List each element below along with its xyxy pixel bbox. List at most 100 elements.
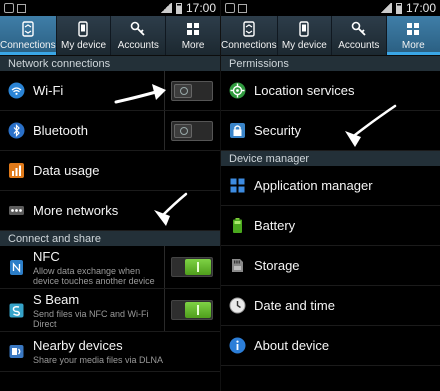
about-device-label: About device bbox=[254, 338, 330, 353]
status-time: 17:00 bbox=[185, 1, 216, 15]
section-header-device-manager: Device manager bbox=[221, 151, 440, 166]
status-bar: 17:00 bbox=[221, 0, 440, 16]
notification-icon bbox=[17, 3, 26, 13]
bluetooth-label: Bluetooth bbox=[33, 123, 88, 138]
battery-status-icon bbox=[175, 2, 182, 14]
sbeam-toggle-area bbox=[164, 289, 220, 331]
about-device-row[interactable]: About device bbox=[221, 326, 440, 366]
tab-label: Accounts bbox=[117, 39, 159, 51]
tab-label: Connections bbox=[221, 39, 277, 51]
toggle-knob bbox=[174, 83, 192, 98]
notification-icon bbox=[238, 3, 247, 13]
security-row[interactable]: Security bbox=[221, 111, 440, 151]
phone-icon bbox=[78, 20, 89, 37]
info-icon bbox=[229, 337, 246, 354]
bluetooth-toggle[interactable] bbox=[171, 120, 213, 141]
nfc-icon bbox=[8, 259, 25, 276]
more-networks-label: More networks bbox=[33, 203, 119, 218]
nearby-devices-row[interactable]: Nearby devices Share your media files vi… bbox=[0, 332, 220, 372]
clock-icon bbox=[229, 297, 246, 314]
sbeam-label: S Beam bbox=[33, 291, 80, 307]
usb-icon bbox=[4, 3, 14, 13]
signal-icon bbox=[159, 3, 172, 13]
tab-accounts[interactable]: Accounts bbox=[111, 16, 167, 55]
wifi-toggle[interactable] bbox=[171, 80, 213, 101]
bluetooth-icon bbox=[8, 122, 25, 139]
application-manager-label: Application manager bbox=[254, 178, 373, 193]
notification-icons bbox=[4, 3, 26, 13]
apps-grid-icon bbox=[229, 177, 246, 194]
tab-connections[interactable]: Connections bbox=[0, 16, 57, 55]
tab-my-device[interactable]: My device bbox=[278, 16, 333, 55]
tab-accounts[interactable]: Accounts bbox=[332, 16, 387, 55]
section-header-share: Connect and share bbox=[0, 231, 220, 246]
sbeam-row[interactable]: S Beam Send files via NFC and Wi-Fi Dire… bbox=[0, 289, 220, 332]
nfc-subtitle: Allow data exchange when device touches … bbox=[33, 265, 155, 286]
storage-row[interactable]: Storage bbox=[221, 246, 440, 286]
connections-icon bbox=[22, 20, 34, 37]
nearby-devices-icon bbox=[8, 343, 25, 360]
right-settings-screen: 17:00 Connections My device Accounts Mor… bbox=[220, 0, 440, 391]
date-and-time-row[interactable]: Date and time bbox=[221, 286, 440, 326]
notification-icons bbox=[225, 3, 247, 13]
sbeam-subtitle: Send files via NFC and Wi-Fi Direct bbox=[33, 308, 149, 329]
tab-more[interactable]: More bbox=[386, 16, 440, 55]
settings-tab-bar: Connections My device Accounts More bbox=[221, 16, 440, 56]
nearby-devices-subtitle: Share your media files via DLNA bbox=[33, 355, 164, 365]
data-usage-icon bbox=[8, 162, 25, 179]
tab-label: More bbox=[181, 39, 205, 51]
toggle-knob bbox=[174, 123, 192, 138]
grid-icon bbox=[407, 22, 420, 35]
location-services-row[interactable]: Location services bbox=[221, 71, 440, 111]
tab-my-device[interactable]: My device bbox=[57, 16, 112, 55]
tab-connections[interactable]: Connections bbox=[221, 16, 278, 55]
tab-more[interactable]: More bbox=[166, 16, 220, 55]
bluetooth-row[interactable]: Bluetooth bbox=[0, 111, 220, 151]
more-networks-row[interactable]: More networks bbox=[0, 191, 220, 231]
application-manager-row[interactable]: Application manager bbox=[221, 166, 440, 206]
storage-icon bbox=[229, 257, 246, 274]
tab-label: More bbox=[401, 39, 425, 51]
wifi-label: Wi-Fi bbox=[33, 83, 64, 98]
battery-status-icon bbox=[395, 2, 402, 14]
battery-row[interactable]: Battery bbox=[221, 206, 440, 246]
left-settings-screen: 17:00 Connections My device Accounts Mor… bbox=[0, 0, 220, 391]
lock-icon bbox=[229, 122, 246, 139]
location-services-label: Location services bbox=[254, 83, 355, 98]
nearby-devices-label: Nearby devices bbox=[33, 338, 123, 353]
bluetooth-toggle-area bbox=[164, 111, 220, 150]
date-and-time-label: Date and time bbox=[254, 298, 335, 313]
tab-label: My device bbox=[60, 39, 106, 51]
battery-label: Battery bbox=[254, 218, 296, 233]
settings-tab-bar: Connections My device Accounts More bbox=[0, 16, 220, 56]
sbeam-toggle[interactable] bbox=[171, 300, 213, 320]
tab-label: My device bbox=[281, 39, 327, 51]
wifi-row[interactable]: Wi-Fi bbox=[0, 71, 220, 111]
usb-icon bbox=[225, 3, 235, 13]
section-header-network: Network connections bbox=[0, 56, 220, 71]
nfc-toggle-area bbox=[164, 246, 220, 288]
phone-icon bbox=[299, 20, 310, 37]
screenshot-pair: 17:00 Connections My device Accounts Mor… bbox=[0, 0, 440, 391]
nfc-toggle[interactable] bbox=[171, 257, 213, 277]
status-bar: 17:00 bbox=[0, 0, 220, 16]
key-icon bbox=[130, 21, 145, 36]
tab-label: Connections bbox=[0, 39, 56, 51]
security-label: Security bbox=[254, 123, 301, 138]
sbeam-icon bbox=[8, 302, 25, 319]
key-icon bbox=[351, 21, 366, 36]
section-header-permissions: Permissions bbox=[221, 56, 440, 71]
wifi-icon bbox=[8, 82, 25, 99]
nfc-label: NFC bbox=[33, 248, 60, 264]
nfc-row[interactable]: NFC Allow data exchange when device touc… bbox=[0, 246, 220, 289]
location-icon bbox=[229, 82, 246, 99]
battery-icon bbox=[229, 217, 246, 234]
wifi-toggle-area bbox=[164, 71, 220, 110]
tab-label: Accounts bbox=[338, 39, 380, 51]
data-usage-row[interactable]: Data usage bbox=[0, 151, 220, 191]
signal-icon bbox=[379, 3, 392, 13]
grid-icon bbox=[187, 22, 200, 35]
toggle-knob bbox=[185, 259, 211, 275]
toggle-knob bbox=[185, 302, 211, 318]
data-usage-label: Data usage bbox=[33, 163, 100, 178]
